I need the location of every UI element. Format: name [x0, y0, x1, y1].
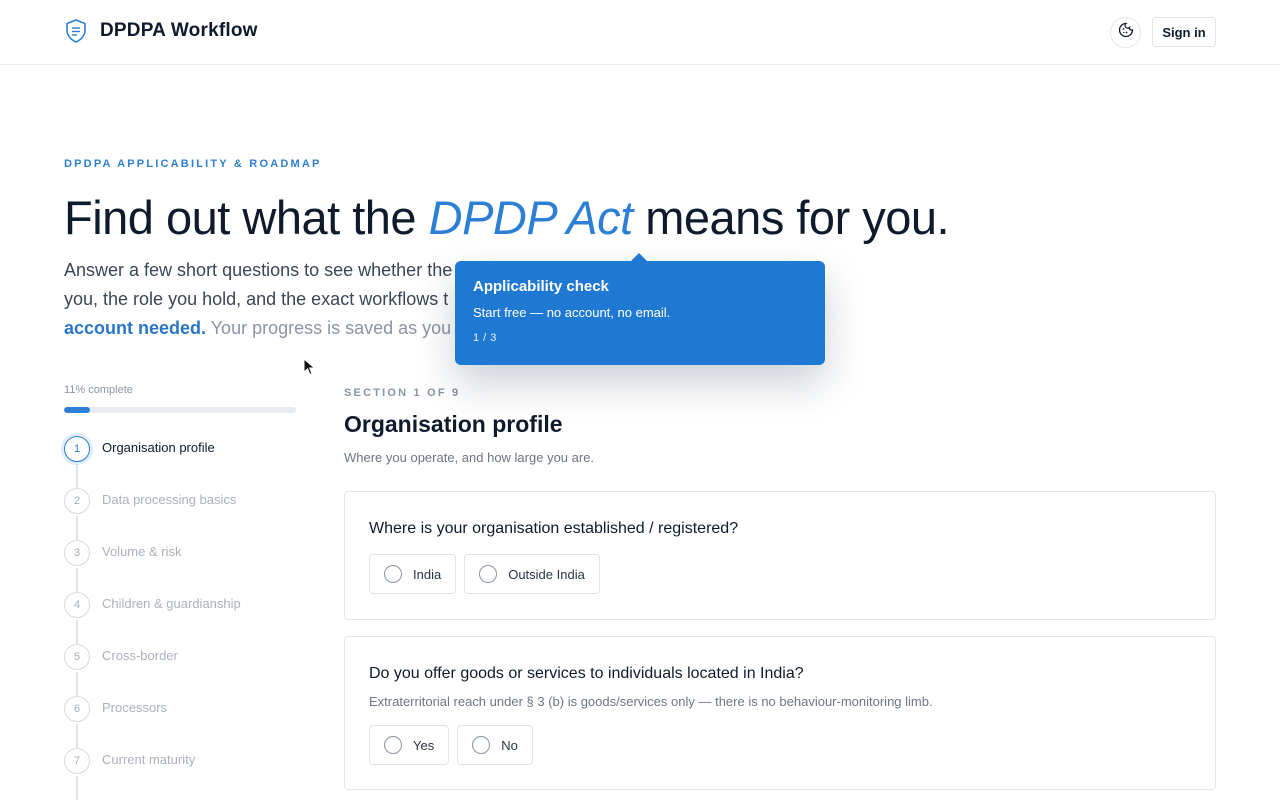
sign-in-button[interactable]: Sign in	[1152, 17, 1216, 47]
cookie-icon	[1118, 22, 1134, 43]
radio-option-label: India	[413, 566, 442, 582]
radio-option[interactable]: Yes	[369, 725, 450, 765]
headline-before: Find out what the	[64, 191, 429, 244]
step-connector	[76, 724, 78, 748]
mouse-pointer-icon	[303, 357, 317, 381]
cookie-settings-button[interactable]	[1110, 17, 1141, 48]
page-title: Find out what the DPDP Act means for you…	[64, 190, 950, 245]
step-label: Children & guardianship	[102, 596, 241, 611]
question-card: Do you offer goods or services to indivi…	[344, 636, 1216, 790]
progress-label: 11% complete	[64, 384, 133, 396]
step-connector	[76, 464, 78, 488]
step-label: Current maturity	[102, 752, 196, 767]
radio-option-label: No	[501, 737, 518, 753]
step-item[interactable]: 4 Children & guardianship	[64, 592, 304, 644]
top-header: DPDPA Workflow Sign in	[0, 0, 1280, 65]
tooltip-title: Applicability check	[473, 278, 609, 295]
step-number: 1	[64, 436, 90, 462]
step-item[interactable]: 3 Volume & risk	[64, 540, 304, 592]
radio-group: Yes No	[369, 725, 1191, 765]
hero-eyebrow: DPDPA APPLICABILITY & ROADMAP	[64, 158, 322, 170]
headline-accent: DPDP Act	[428, 191, 634, 244]
brand-name: DPDPA Workflow	[100, 20, 258, 41]
step-number: 6	[64, 696, 90, 722]
step-item[interactable]: 7 Current maturity	[64, 748, 304, 800]
step-number: 4	[64, 592, 90, 618]
question-help-text: Extraterritorial reach under § 3 (b) is …	[369, 694, 933, 709]
step-connector	[76, 776, 78, 800]
step-connector	[76, 516, 78, 540]
radio-group: India Outside India	[369, 554, 1191, 594]
headline-after: means for you.	[632, 191, 950, 244]
progress-bar-fill	[64, 407, 90, 413]
step-connector	[76, 620, 78, 644]
step-item[interactable]: 6 Processors	[64, 696, 304, 748]
step-label: Data processing basics	[102, 492, 237, 507]
step-label: Cross-border	[102, 648, 178, 663]
step-number: 7	[64, 748, 90, 774]
step-number: 5	[64, 644, 90, 670]
radio-option-label: Yes	[413, 737, 435, 753]
radio-option[interactable]: India	[369, 554, 457, 594]
step-label: Processors	[102, 700, 168, 715]
step-item[interactable]: 1 Organisation profile	[64, 436, 304, 488]
section-subtitle: Where you operate, and how large you are…	[344, 450, 595, 465]
step-connector	[76, 568, 78, 592]
section-eyebrow: SECTION 1 OF 9	[344, 387, 461, 399]
tooltip-step-counter: 1 / 3	[473, 332, 497, 344]
radio-circle-icon[interactable]	[384, 565, 402, 583]
radio-circle-icon[interactable]	[384, 736, 402, 754]
shield-document-icon	[64, 18, 88, 44]
question-text: Do you offer goods or services to indivi…	[369, 665, 804, 682]
progress-bar	[64, 407, 296, 413]
radio-option[interactable]: No	[457, 725, 533, 765]
section-stepper: 1 Organisation profile 2 Data processing ba…	[64, 436, 304, 800]
onboarding-tooltip[interactable]: Applicability check Start free — no acco…	[455, 253, 825, 365]
step-item[interactable]: 2 Data processing basics	[64, 488, 304, 540]
tooltip-arrow	[631, 253, 647, 261]
lede-strong: account needed.	[64, 318, 207, 338]
question-card: Where is your organisation established /…	[344, 491, 1216, 620]
section-title: Organisation profile	[344, 411, 563, 437]
step-connector	[76, 672, 78, 696]
question-text: Where is your organisation established /…	[369, 520, 739, 537]
step-label: Volume & risk	[102, 544, 182, 559]
lede-muted: Your progress is saved as you g	[206, 318, 467, 338]
brand[interactable]: DPDPA Workflow	[64, 18, 258, 44]
radio-option-label: Outside India	[508, 566, 585, 582]
step-label: Organisation profile	[102, 440, 215, 455]
radio-circle-icon[interactable]	[472, 736, 491, 754]
radio-option[interactable]: Outside India	[464, 554, 600, 594]
tooltip-body: Start free — no account, no email.	[473, 305, 671, 320]
radio-circle-icon[interactable]	[479, 565, 498, 583]
step-number: 3	[64, 540, 90, 566]
step-number: 2	[64, 488, 90, 514]
step-item[interactable]: 5 Cross-border	[64, 644, 304, 696]
